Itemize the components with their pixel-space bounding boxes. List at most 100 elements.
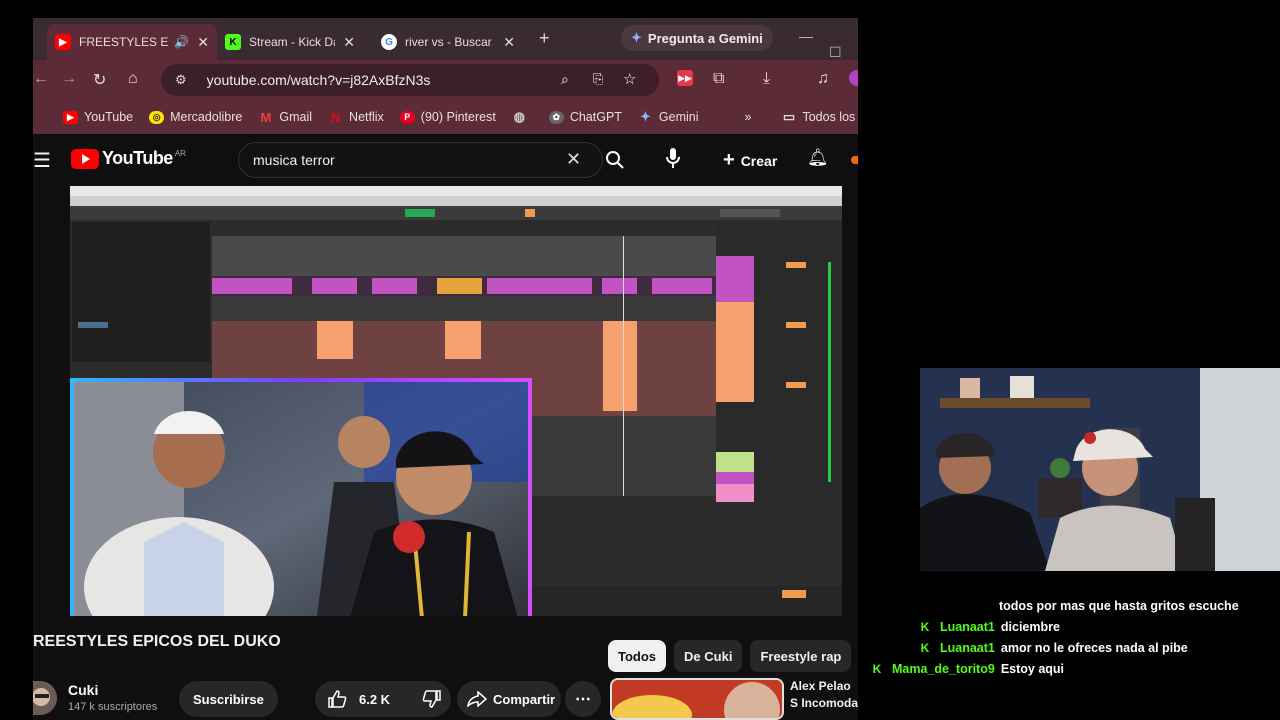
chat-username[interactable]: Luanaat1 xyxy=(940,641,995,655)
account-avatar[interactable] xyxy=(851,156,858,164)
screen: ▶ FREESTYLES EI 🔊 ✕ K Stream - Kick Das … xyxy=(0,0,1280,720)
back-icon[interactable]: ← xyxy=(33,70,49,88)
logo-text: YouTube xyxy=(102,148,173,168)
notifications-bell-icon[interactable]: 🔔︎ xyxy=(807,148,829,168)
home-icon[interactable]: ⌂ xyxy=(128,70,138,88)
tab-youtube[interactable]: ▶ FREESTYLES EI 🔊 ✕ xyxy=(47,24,217,60)
microphone-icon xyxy=(666,148,680,168)
speaker-icon[interactable]: 🔊 xyxy=(174,35,189,49)
folder-label: Todos los ma xyxy=(802,110,858,124)
bookmark-netflix[interactable]: N Netflix xyxy=(328,110,384,125)
webcam-scene xyxy=(920,368,1280,571)
window-controls: — ☐ xyxy=(799,28,858,61)
chip-freestyle-rap[interactable]: Freestyle rap xyxy=(750,640,852,672)
tab-title: river vs - Buscar c xyxy=(405,35,496,49)
bookmark-label: Gemini xyxy=(658,110,699,124)
recommended-title[interactable]: Alex Pelao S Incomoda ... xyxy=(790,678,858,720)
globe-icon: ◍ xyxy=(513,109,525,124)
bookmark-label: Netflix xyxy=(349,110,384,124)
forward-icon[interactable]: → xyxy=(61,70,77,88)
download-icon[interactable]: ⤓ xyxy=(763,70,770,88)
recommended-thumbnail[interactable] xyxy=(610,678,784,720)
clear-search-icon[interactable]: ✕ xyxy=(566,149,581,170)
url-text[interactable]: youtube.com/watch?v=j82AxBfzN3s xyxy=(207,72,431,88)
daw-menu-bar xyxy=(70,196,842,206)
pinterest-icon: P xyxy=(399,110,415,124)
chat-username[interactable]: Mama_de_torito9 xyxy=(892,662,995,676)
youtube-play-icon xyxy=(71,148,99,169)
share-button[interactable]: Compartir xyxy=(457,681,561,717)
kick-badge-icon: K xyxy=(918,641,932,655)
minimize-icon[interactable]: — xyxy=(799,28,813,44)
more-actions-icon[interactable]: ⋯ xyxy=(565,681,601,717)
chat-username[interactable]: Luanaat1 xyxy=(940,620,995,634)
tab-google[interactable]: G river vs - Buscar c ✕ xyxy=(373,24,523,60)
close-tab-icon[interactable]: ✕ xyxy=(343,34,355,51)
gemini-label: Pregunta a Gemini xyxy=(647,30,763,46)
bookmark-youtube[interactable]: ▶ YouTube xyxy=(63,110,133,124)
close-tab-icon[interactable]: ✕ xyxy=(503,34,515,51)
tab-title: FREESTYLES EI xyxy=(79,35,169,49)
install-icon[interactable]: ⎘ xyxy=(593,71,603,87)
bookmark-label: (90) Pinterest xyxy=(420,110,496,124)
streamer-cam-overlay xyxy=(70,378,532,616)
bookmark-star-icon[interactable]: ☆ xyxy=(623,70,636,88)
site-info-icon[interactable]: ⚙ xyxy=(175,72,187,88)
share-icon xyxy=(467,691,487,707)
chip-all[interactable]: Todos xyxy=(608,640,667,672)
bookmark-pinterest[interactable]: P (90) Pinterest xyxy=(399,110,496,124)
bookmark-chatgpt[interactable]: ✿ ChatGPT xyxy=(548,110,622,124)
youtube-icon: ▶ xyxy=(63,110,78,124)
gemini-button[interactable]: ✦ Pregunta a Gemini xyxy=(621,25,773,51)
profile-avatar[interactable] xyxy=(849,70,858,86)
bookmark-mercadolibre[interactable]: ◎ Mercadolibre xyxy=(149,110,242,124)
browser-window: ▶ FREESTYLES EI 🔊 ✕ K Stream - Kick Das … xyxy=(33,18,858,720)
extensions-puzzle-icon[interactable]: ⧉ xyxy=(713,70,724,88)
bookmark-gmail[interactable]: M Gmail xyxy=(258,110,312,125)
chip-de-cuki[interactable]: De Cuki xyxy=(674,640,743,672)
youtube-logo[interactable]: YouTube AR xyxy=(71,148,186,169)
like-button[interactable]: 6.2 K xyxy=(315,681,413,717)
search-button[interactable] xyxy=(593,142,637,178)
subscriber-count: 147 k suscriptores xyxy=(68,701,158,713)
omnibox[interactable]: ⚙ youtube.com/watch?v=j82AxBfzN3s ⌕ ⎘ ☆ xyxy=(161,64,659,96)
all-bookmarks-folder[interactable]: ▭ Todos los ma xyxy=(781,109,858,124)
menu-icon[interactable]: ☰ xyxy=(33,148,51,173)
gemini-icon: ✦ xyxy=(639,109,651,124)
create-button[interactable]: + Crear xyxy=(723,149,777,172)
tab-kick[interactable]: K Stream - Kick Das ✕ xyxy=(217,24,363,60)
address-bar-row: ← → ↻ ⌂ ⚙ youtube.com/watch?v=j82AxBfzN3… xyxy=(33,60,858,100)
daw-title-bar xyxy=(70,186,842,196)
like-count: 6.2 K xyxy=(359,691,391,707)
channel-avatar[interactable] xyxy=(33,681,57,715)
chat-message: K Mama_de_torito9 Estoy aqui xyxy=(870,659,1064,679)
subscribe-label: Suscribirse xyxy=(193,691,264,707)
new-tab-icon[interactable]: + xyxy=(539,28,550,49)
subscribe-button[interactable]: Suscribirse xyxy=(179,681,278,717)
bookmarks-overflow-icon[interactable]: » xyxy=(745,110,752,124)
tab-title: Stream - Kick Das xyxy=(249,35,335,49)
plus-icon: + xyxy=(723,149,735,171)
kick-icon: K xyxy=(225,34,241,50)
video-title: REESTYLES EPICOS DEL DUKO xyxy=(33,633,281,650)
gemini-icon: ✦ xyxy=(631,30,642,45)
thumbs-down-icon xyxy=(422,690,441,708)
video-player[interactable] xyxy=(70,186,842,616)
extension-icon[interactable]: ▶▶ xyxy=(677,70,693,86)
maximize-icon[interactable]: ☐ xyxy=(829,44,842,60)
channel-name[interactable]: Cuki xyxy=(68,682,98,698)
tab-bar: ▶ FREESTYLES EI 🔊 ✕ K Stream - Kick Das … xyxy=(33,18,858,60)
search-input[interactable]: musica terror ✕ xyxy=(238,142,603,178)
chatgpt-icon: ✿ xyxy=(548,110,564,124)
voice-search-button[interactable] xyxy=(665,147,681,174)
media-control-icon[interactable]: ♫ xyxy=(817,70,829,88)
bookmark-gemini[interactable]: ✦ Gemini xyxy=(638,109,699,124)
create-label: Crear xyxy=(740,152,778,169)
zoom-icon[interactable]: ⌕ xyxy=(561,71,569,88)
bookmarks-bar: ▶ YouTube ◎ Mercadolibre M Gmail N Netflix P… xyxy=(33,100,858,134)
dislike-button[interactable] xyxy=(413,681,451,717)
youtube-masthead: ☰ YouTube AR musica terror ✕ + Crear 🔔︎ xyxy=(33,134,858,186)
bookmark-globe[interactable]: ◍ xyxy=(512,109,533,124)
close-tab-icon[interactable]: ✕ xyxy=(197,34,209,51)
reload-icon[interactable]: ↻ xyxy=(93,70,106,90)
